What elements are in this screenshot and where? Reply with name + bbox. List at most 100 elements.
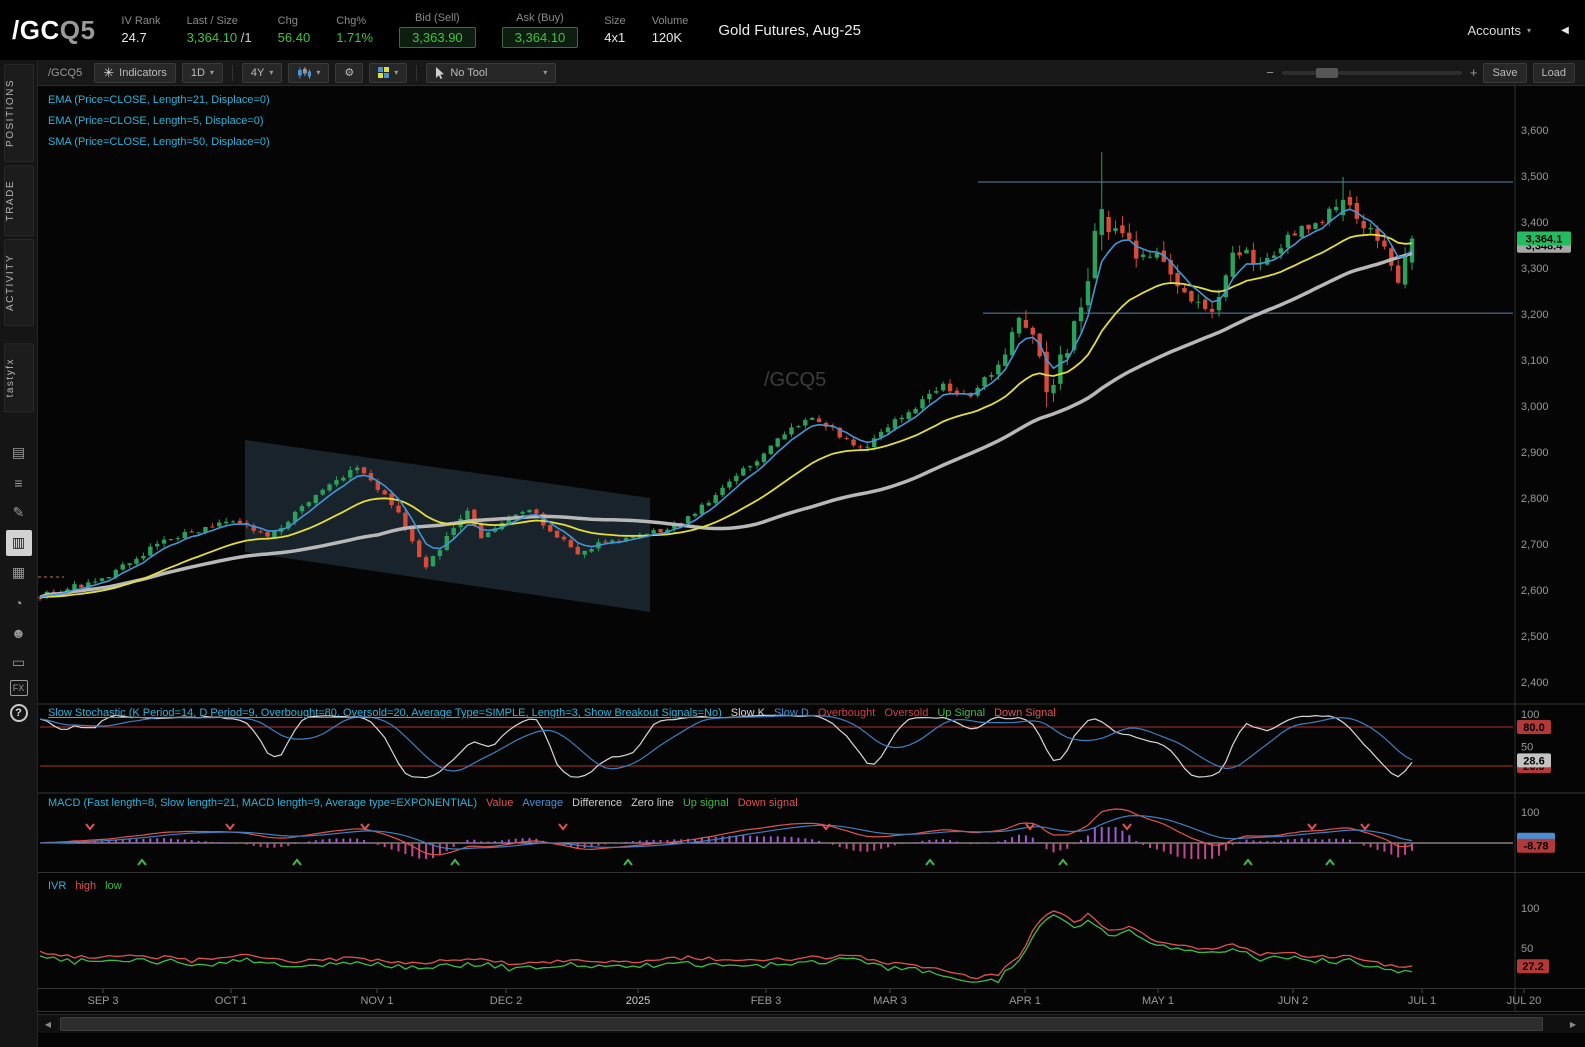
- study-label-macd[interactable]: MACD (Fast length=8, Slow length=21, MAC…: [48, 797, 477, 809]
- field-last-size: Last / Size 3,364.10 /1: [186, 15, 252, 45]
- sidebar-tab-positions[interactable]: POSITIONS: [3, 64, 34, 162]
- layout-grid-icon: [378, 67, 390, 78]
- svg-text:2,500: 2,500: [1521, 631, 1549, 643]
- down-signal-arrow: [85, 823, 95, 831]
- chevron-down-icon: ▾: [209, 68, 214, 77]
- zoom-slider[interactable]: [1281, 67, 1462, 78]
- grid-gadget-icon[interactable]: ▦: [6, 560, 32, 586]
- fx-icon[interactable]: FX: [9, 679, 28, 696]
- scroll-left-icon[interactable]: ◀: [38, 1020, 58, 1029]
- legend-item: Slow D: [774, 707, 809, 719]
- community-icon[interactable]: ☻: [6, 620, 32, 646]
- time-scrollbar[interactable]: ◀ ▶: [38, 1014, 1585, 1033]
- field-size: Size 4x1: [604, 15, 626, 45]
- legend-item: Overbought: [817, 707, 876, 719]
- svg-text:APR 1: APR 1: [1009, 995, 1041, 1007]
- legend-item: Average: [522, 797, 564, 809]
- legend-item: high: [75, 880, 97, 892]
- sidebar-gadget-icons: ▤ ≡ ✎ ▥ ▦ ◔ ☻ ▭ FX: [5, 440, 32, 696]
- study-label-stochastic[interactable]: Slow Stochastic (K Period=14, D Period=9…: [48, 707, 722, 719]
- down-signal-arrow: [1025, 823, 1035, 831]
- legend-item: Value: [486, 797, 514, 809]
- zoom-in-icon[interactable]: +: [1470, 65, 1478, 80]
- svg-text:MAR 3: MAR 3: [873, 995, 907, 1007]
- svg-text:3,400: 3,400: [1521, 217, 1549, 229]
- down-signal-arrow: [1307, 823, 1317, 831]
- legend-item: Up signal: [682, 797, 729, 809]
- drawing-tool-dropdown[interactable]: No Tool ▾: [426, 62, 557, 83]
- study-label-ema21[interactable]: EMA (Price=CLOSE, Length=21, Displace=0): [48, 94, 270, 106]
- svg-text:3,300: 3,300: [1521, 263, 1549, 275]
- svg-text:100: 100: [1521, 807, 1539, 819]
- range-dropdown[interactable]: 4Y ▾: [241, 62, 283, 83]
- accounts-menu[interactable]: Accounts ▾: [1468, 23, 1532, 38]
- timeframe-dropdown[interactable]: 1D ▾: [181, 62, 223, 83]
- field-chg: Chg 56.40: [277, 15, 311, 45]
- svg-text:JUN 2: JUN 2: [1278, 995, 1309, 1007]
- zoom-out-icon[interactable]: −: [1266, 65, 1274, 80]
- svg-text:28.6: 28.6: [1523, 755, 1544, 767]
- indicators-button[interactable]: ✳ Indicators: [94, 62, 176, 83]
- down-signal-arrow: [821, 823, 831, 831]
- zoom-slider-thumb[interactable]: [1315, 67, 1338, 78]
- trend-channel-region: [245, 440, 650, 612]
- chevron-down-icon: ▾: [394, 68, 399, 77]
- up-signal-arrow: [292, 858, 302, 866]
- svg-text:JUL 1: JUL 1: [1408, 995, 1436, 1007]
- scrollbar-thumb[interactable]: [60, 1017, 1543, 1031]
- bid-button[interactable]: 3,363.90: [399, 27, 476, 48]
- down-signal-arrow: [558, 823, 568, 831]
- up-signal-arrow: [1058, 858, 1068, 866]
- price-chart-svg[interactable]: /GCQ5 2,400 2,500 2,600 2,700 2,800 2,900 3,000…: [38, 86, 1585, 1047]
- load-button[interactable]: Load: [1532, 62, 1575, 83]
- stochastic-legend: Slow K Slow D Overbought Oversold Up Signal D…: [722, 707, 1056, 719]
- stochastic-label-row: Slow Stochastic (K Period=14, D Period=9…: [48, 707, 1056, 719]
- chart-area[interactable]: /GCQ5 2,400 2,500 2,600 2,700 2,800 2,900 3,000…: [38, 86, 1585, 1047]
- ivr-legend: high low: [66, 880, 121, 892]
- clock-icon[interactable]: ◔: [6, 590, 32, 616]
- report-icon[interactable]: ▤: [6, 440, 32, 466]
- chevron-down-icon: ▾: [543, 68, 548, 77]
- cursor-icon: [436, 66, 445, 79]
- down-signal-arrow: [225, 823, 235, 831]
- study-label-ema5[interactable]: EMA (Price=CLOSE, Length=5, Displace=0): [48, 115, 264, 127]
- study-label-sma50[interactable]: SMA (Price=CLOSE, Length=50, Displace=0): [48, 136, 270, 148]
- ivr-label-row: IVR high low: [48, 880, 122, 892]
- sidebar-tab-tastyfx[interactable]: tastyfx: [3, 343, 34, 413]
- up-signal-arrow: [1325, 858, 1335, 866]
- analyze-icon[interactable]: ✎: [6, 500, 32, 526]
- collapse-panel-button[interactable]: ◀: [1557, 20, 1573, 40]
- legend-item: Difference: [572, 797, 623, 809]
- svg-text:2,900: 2,900: [1521, 447, 1549, 459]
- symbol-contract: Q5: [59, 14, 96, 45]
- watchlist-icon[interactable]: ≡: [6, 470, 32, 496]
- help-icon[interactable]: ?: [9, 703, 28, 722]
- ivr-high-line: [39, 910, 1413, 980]
- gear-icon: ⚙: [344, 67, 355, 79]
- layout-grid-dropdown[interactable]: ▾: [369, 62, 408, 83]
- scroll-right-icon[interactable]: ▶: [1563, 1020, 1583, 1029]
- chart-settings-button[interactable]: ⚙: [335, 62, 364, 83]
- ask-button[interactable]: 3,364.10: [501, 27, 579, 48]
- up-signal-arrow: [1243, 858, 1253, 866]
- monitor-icon[interactable]: ▭: [6, 650, 32, 676]
- indicators-icon: ✳: [103, 64, 115, 80]
- field-ask: Ask (Buy) 3,364.10: [501, 12, 579, 48]
- field-bid: Bid (Sell) 3,363.90: [399, 12, 476, 48]
- chart-type-dropdown[interactable]: ▾: [288, 62, 330, 83]
- sidebar-tab-activity[interactable]: ACTIVITY: [3, 239, 34, 327]
- zoom-control: − +: [1266, 65, 1477, 80]
- svg-text:3,200: 3,200: [1521, 309, 1549, 321]
- quote-header: /GCQ5 IV Rank 24.7 Last / Size 3,364.10 …: [0, 0, 1585, 60]
- chevron-down-icon: ▾: [1526, 25, 1531, 35]
- save-button[interactable]: Save: [1483, 62, 1527, 83]
- chart-icon[interactable]: ▥: [5, 529, 32, 556]
- study-label-ivr[interactable]: IVR: [48, 880, 66, 892]
- svg-text:3,000: 3,000: [1521, 401, 1549, 413]
- sidebar-tab-trade[interactable]: TRADE: [3, 164, 34, 237]
- svg-text:80.0: 80.0: [1523, 722, 1544, 734]
- legend-item: Oversold: [884, 707, 929, 719]
- chevron-down-icon: ▾: [269, 68, 274, 77]
- svg-text:2,800: 2,800: [1521, 493, 1549, 505]
- svg-text:3,364.1: 3,364.1: [1526, 234, 1563, 246]
